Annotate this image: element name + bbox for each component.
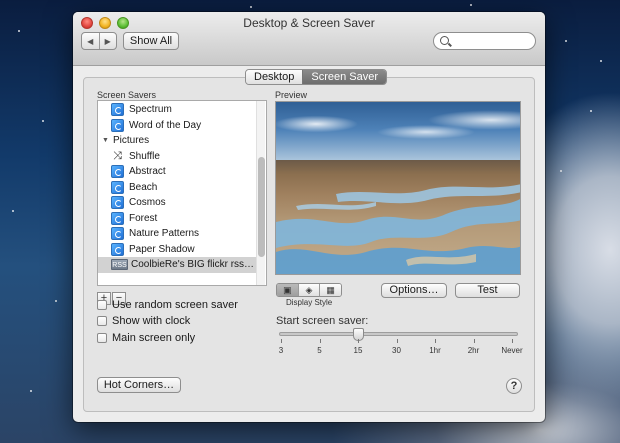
screen-savers-heading: Screen Savers — [97, 90, 157, 100]
checkbox-box[interactable] — [97, 333, 107, 343]
preview-river-photo — [276, 184, 520, 274]
checkbox-box[interactable] — [97, 300, 107, 310]
title-bar: Desktop & Screen Saver ◀ ▶ Show All — [73, 12, 545, 66]
list-item-label: Cosmos — [129, 197, 166, 209]
screensaver-icon — [111, 242, 124, 256]
slider-tick — [435, 339, 436, 343]
screensaver-icon — [111, 118, 124, 132]
list-group-label: Pictures — [113, 135, 150, 147]
list-item-selected[interactable]: RSS CoolbieRe's BIG flickr rss… — [98, 257, 258, 273]
start-screen-saver-label: Start screen saver: — [276, 315, 369, 327]
list-item[interactable]: Beach — [98, 180, 258, 196]
slider-tick — [319, 339, 321, 343]
back-button[interactable]: ◀ — [82, 33, 99, 49]
tab-screen-saver[interactable]: Screen Saver — [302, 70, 387, 84]
list-item[interactable]: ⤨ Shuffle — [98, 149, 258, 165]
slider-tick-label: 3 — [278, 346, 284, 355]
slider-tick-label: 30 — [392, 346, 401, 355]
slider-tick-label: 2hr — [467, 346, 480, 355]
display-style-control: ▣ ◈ ▦ — [276, 283, 342, 297]
search-icon — [440, 36, 449, 45]
tab-bar: Desktop Screen Saver — [245, 69, 388, 85]
list-item-label: Word of the Day — [129, 119, 202, 131]
slider-tick-label: 1hr — [429, 346, 441, 355]
window-title: Desktop & Screen Saver — [243, 16, 375, 30]
list-item[interactable]: Abstract — [98, 164, 258, 180]
screen-saver-list[interactable]: Spectrum Word of the Day ▼ Pictures ⤨ Sh… — [97, 100, 267, 286]
scrollbar-thumb[interactable] — [258, 157, 265, 257]
collage-icon[interactable]: ◈ — [297, 284, 320, 296]
list-item-label: Spectrum — [129, 104, 172, 116]
list-scrollbar[interactable] — [256, 101, 265, 285]
checkbox-label: Show with clock — [112, 315, 191, 327]
show-with-clock-checkbox[interactable]: Show with clock — [97, 314, 247, 328]
slider-tick — [358, 339, 359, 343]
list-item[interactable]: Paper Shadow — [98, 242, 258, 258]
list-item-label: Beach — [129, 181, 158, 193]
display-style-label: Display Style — [286, 298, 333, 307]
list-item-label: Nature Patterns — [129, 228, 200, 240]
rss-icon: RSS — [111, 259, 128, 271]
screensaver-icon — [111, 211, 124, 225]
list-item[interactable]: Word of the Day — [98, 118, 258, 134]
screensaver-icon — [111, 227, 124, 241]
search-input[interactable] — [452, 34, 532, 48]
main-screen-only-checkbox[interactable]: Main screen only — [97, 331, 247, 345]
slider-tick-label: 5 — [317, 346, 322, 355]
list-item-label: Abstract — [129, 166, 166, 178]
list-item[interactable]: Spectrum — [98, 102, 258, 118]
random-screen-saver-checkbox[interactable]: Use random screen saver — [97, 298, 247, 312]
chevron-right-icon: ▶ — [104, 36, 111, 46]
screen-saver-preview — [275, 101, 521, 275]
checkbox-label: Main screen only — [112, 332, 196, 344]
list-item[interactable]: Forest — [98, 211, 258, 227]
mosaic-icon[interactable]: ▦ — [319, 284, 341, 296]
preview-heading: Preview — [275, 90, 308, 100]
list-item[interactable]: Cosmos — [98, 195, 258, 211]
start-slider-track[interactable] — [279, 332, 518, 336]
list-item-label: CoolbieRe's BIG flickr rss… — [131, 259, 255, 271]
slideshow-icon[interactable]: ▣ — [277, 284, 298, 296]
tab-desktop[interactable]: Desktop — [246, 70, 303, 84]
show-all-button[interactable]: Show All — [123, 32, 179, 50]
slider-tick — [396, 339, 398, 343]
shuffle-icon: ⤨ — [113, 149, 122, 162]
help-button[interactable]: ? — [506, 378, 522, 394]
list-item-label: Forest — [129, 212, 158, 224]
slider-tick — [281, 339, 282, 343]
search-field[interactable] — [433, 32, 536, 50]
forward-button[interactable]: ▶ — [98, 33, 117, 49]
slider-tick-label: Never — [501, 346, 523, 355]
checkbox-box[interactable] — [97, 316, 107, 326]
checkbox-label: Use random screen saver — [112, 299, 238, 311]
screensaver-icon — [111, 103, 124, 117]
chevron-left-icon: ◀ — [87, 36, 94, 46]
navigation-buttons: ◀ ▶ — [81, 32, 117, 50]
system-preferences-window: Desktop & Screen Saver ◀ ▶ Show All Desk… — [73, 12, 545, 422]
list-item-label: Shuffle — [129, 150, 160, 162]
screensaver-icon — [111, 196, 124, 210]
slider-tick-label: 15 — [353, 346, 363, 355]
slider-tick — [473, 339, 475, 343]
list-group-pictures[interactable]: ▼ Pictures — [98, 133, 258, 149]
slider-tick — [512, 339, 513, 343]
screensaver-icon — [111, 165, 124, 179]
hot-corners-button[interactable]: Hot Corners… — [97, 377, 181, 393]
list-item-label: Paper Shadow — [129, 243, 195, 255]
test-button[interactable]: Test — [455, 283, 520, 298]
disclosure-triangle-icon[interactable]: ▼ — [102, 137, 110, 144]
options-button[interactable]: Options… — [381, 283, 447, 298]
screensaver-icon — [111, 180, 124, 194]
list-item[interactable]: Nature Patterns — [98, 226, 258, 242]
